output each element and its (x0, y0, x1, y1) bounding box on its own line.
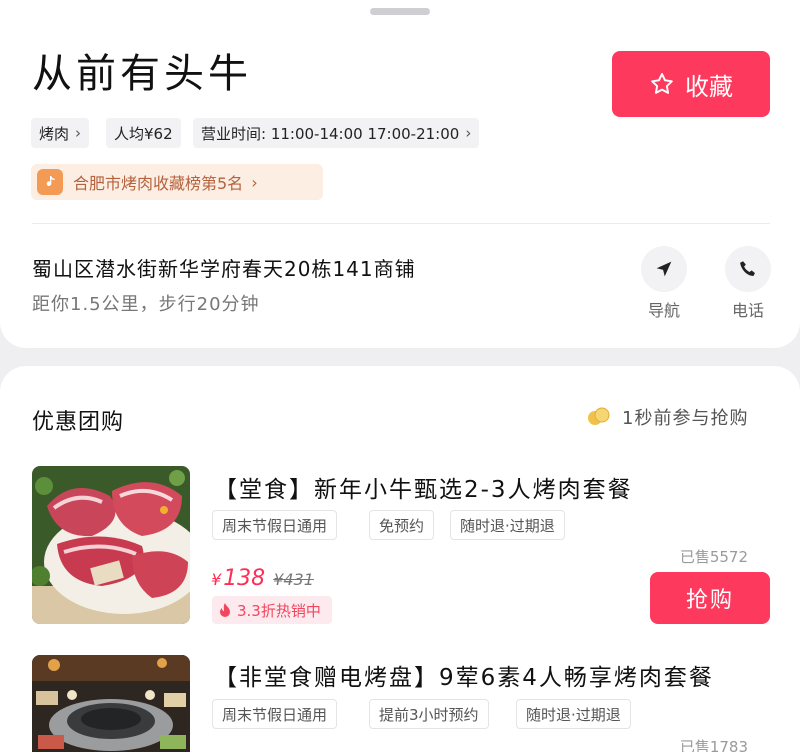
hours-label: 营业时间: 11:00-14:00 17:00-21:00 (201, 124, 460, 143)
shop-name: 从前有头牛 (32, 51, 252, 97)
deal-tag: 免预约 (369, 510, 435, 540)
avg-price-label: 人均¥62 (114, 124, 173, 143)
deal-image-grill-set[interactable] (32, 655, 190, 752)
chevron-right-icon: › (251, 172, 258, 192)
deal-image-beef-platter[interactable] (32, 466, 190, 624)
rank-badge[interactable]: 合肥市烤肉收藏榜第5名 › (31, 164, 323, 200)
deal-sold-count: 已售5572 (679, 548, 748, 566)
price-currency: ¥ (211, 570, 222, 589)
rank-label: 合肥市烤肉收藏榜第5名 (73, 174, 244, 193)
favorite-label: 收藏 (685, 72, 733, 101)
phone-icon (725, 246, 771, 292)
phone-button[interactable]: 电话 (723, 246, 773, 321)
deal-name[interactable]: 【堂食】新年小牛甄选2-3人烤肉套餐 (214, 470, 633, 504)
chevron-right-icon: › (75, 124, 82, 142)
deal-tag: 周末节假日通用 (212, 510, 338, 540)
deal-sold-count: 已售1783 (679, 738, 748, 752)
chevron-right-icon: › (465, 124, 472, 142)
deal-name[interactable]: 【非堂食赠电烤盘】9荤6素4人畅享烤肉套餐 (214, 658, 714, 692)
price-current: 138 (223, 566, 266, 591)
deal-tag: 周末节假日通用 (212, 699, 338, 729)
music-note-logo-icon (37, 169, 63, 195)
flame-icon (219, 603, 231, 617)
shop-address: 蜀山区潜水街新华学府春天20栋141商铺 (32, 257, 416, 281)
deal-tag: 提前3小时预约 (369, 699, 489, 729)
deal-tag: 随时退·过期退 (516, 699, 631, 729)
star-outline-icon (649, 71, 675, 97)
hours-chip[interactable]: 营业时间: 11:00-14:00 17:00-21:00 › (193, 118, 480, 148)
category-chip[interactable]: 烤肉 › (31, 118, 90, 148)
avg-price-chip: 人均¥62 (106, 118, 181, 148)
navigate-button[interactable]: 导航 (639, 246, 689, 321)
navigation-arrow-icon (641, 246, 687, 292)
discount-badge: 3.3折热销中 (212, 596, 332, 624)
recent-purchase-indicator: 1秒前参与抢购 (586, 404, 748, 430)
shop-distance: 距你1.5公里，步行20分钟 (32, 294, 260, 315)
buy-button[interactable]: 抢购 (650, 572, 770, 624)
discount-label: 3.3折热销中 (237, 601, 321, 620)
category-label: 烤肉 (39, 124, 70, 143)
phone-label: 电话 (731, 301, 764, 320)
navigate-label: 导航 (647, 301, 680, 320)
deal-tag: 随时退·过期退 (450, 510, 565, 540)
favorite-button[interactable]: 收藏 (612, 51, 770, 117)
sheet-grabber[interactable] (370, 8, 430, 15)
deals-section-title: 优惠团购 (32, 410, 125, 435)
recent-purchase-text: 1秒前参与抢购 (622, 408, 749, 429)
divider (32, 223, 770, 224)
coins-icon (586, 406, 612, 428)
deal-price: ¥ 138 ¥431 (211, 566, 314, 591)
price-original: ¥431 (273, 570, 314, 589)
